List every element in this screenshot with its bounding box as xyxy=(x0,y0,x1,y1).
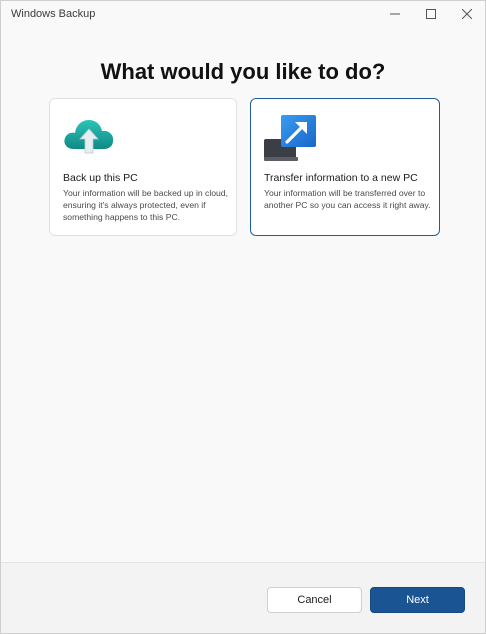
maximize-icon xyxy=(426,9,436,19)
option-card-transfer[interactable]: Transfer information to a new PC Your in… xyxy=(250,98,440,236)
maximize-button[interactable] xyxy=(413,1,449,27)
window-title: Windows Backup xyxy=(11,8,96,20)
minimize-button[interactable] xyxy=(377,1,413,27)
option-description: Your information will be backed up in cl… xyxy=(63,188,228,222)
title-bar: Windows Backup xyxy=(1,1,485,27)
close-button[interactable] xyxy=(449,1,485,27)
option-title: Transfer information to a new PC xyxy=(264,172,418,184)
option-card-backup[interactable]: Back up this PC Your information will be… xyxy=(49,98,237,236)
transfer-pc-icon xyxy=(263,113,317,163)
footer-bar: Cancel Next xyxy=(1,562,485,633)
option-title: Back up this PC xyxy=(63,172,138,184)
minimize-icon xyxy=(390,13,400,15)
option-description: Your information will be transferred ove… xyxy=(264,188,431,210)
close-icon xyxy=(462,9,472,19)
windows-backup-window: Windows Backup What would you like to do… xyxy=(0,0,486,634)
next-button[interactable]: Next xyxy=(370,587,465,613)
cloud-upload-icon xyxy=(62,113,116,163)
page-heading: What would you like to do? xyxy=(100,59,386,84)
cancel-button[interactable]: Cancel xyxy=(267,587,362,613)
